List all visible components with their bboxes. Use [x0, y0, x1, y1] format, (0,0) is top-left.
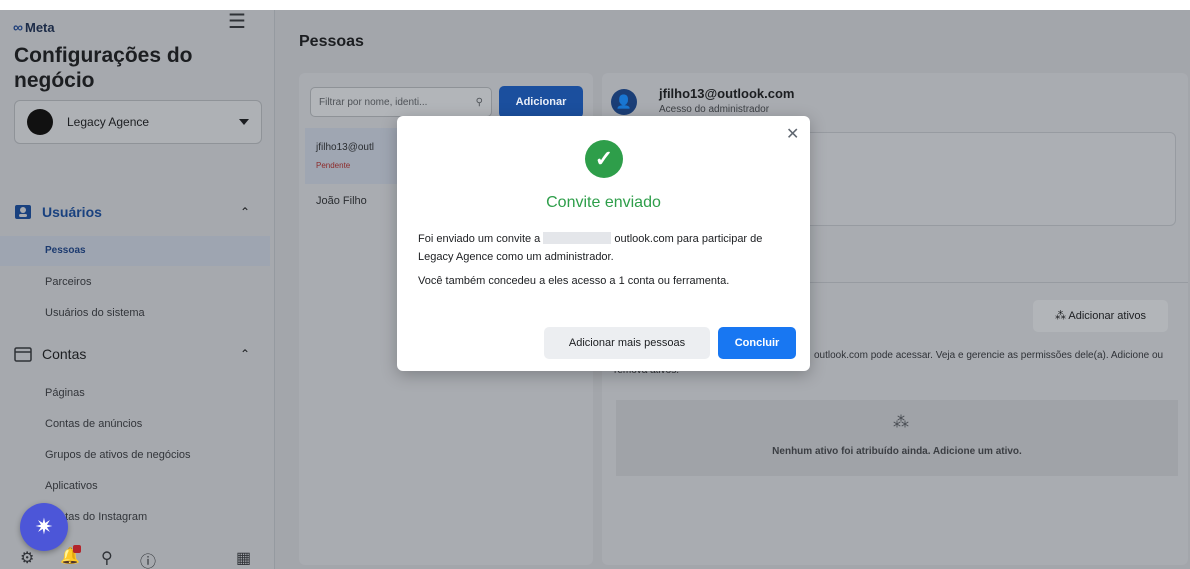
chevron-up-icon[interactable]: ⌃ — [240, 205, 250, 219]
list-item-email: jfilho13@outl — [316, 142, 374, 153]
done-button[interactable]: Concluir — [718, 327, 796, 359]
filter-input[interactable]: Filtrar por nome, identi... ⚲ — [310, 87, 492, 117]
dialog-title: Convite enviado — [546, 194, 661, 211]
search-icon[interactable]: ⚲ — [101, 548, 113, 568]
caret-down-icon — [239, 119, 249, 125]
account-selector[interactable]: Legacy Agence — [14, 100, 262, 144]
empty-assets-text: Nenhum ativo foi atribuído ainda. Adicio… — [772, 446, 1022, 457]
detail-email: jfilho13@outlook.com — [659, 86, 795, 101]
accounts-icon — [14, 347, 32, 362]
detail-role: Acesso do administrador — [659, 104, 770, 115]
help-icon[interactable]: ⓘ — [140, 548, 156, 569]
redacted-email — [543, 232, 612, 244]
nav-item-paginas[interactable]: Páginas — [0, 378, 270, 408]
nav-item-parceiros[interactable]: Parceiros — [0, 267, 270, 297]
page-heading: Configurações do negócio — [14, 44, 193, 92]
nav-section-contas[interactable]: Contas ⌃ — [14, 345, 250, 363]
nav-item-contas-anuncios[interactable]: Contas de anúncios — [0, 409, 270, 439]
app-root: ∞ Meta ☰ Configurações do negócio Legacy… — [0, 0, 1190, 569]
chevron-up-icon[interactable]: ⌃ — [240, 347, 250, 361]
user-avatar-icon: 👤 — [611, 89, 637, 115]
checkmark-icon: ✓ — [585, 140, 623, 178]
nav-section-label: Contas — [42, 346, 87, 362]
dialog-submessage: Você também concedeu a eles acesso a 1 c… — [418, 275, 730, 287]
close-icon[interactable]: ✕ — [786, 124, 799, 144]
users-icon — [15, 205, 31, 219]
nav-section-label: Usuários — [42, 204, 102, 220]
share-nodes-icon: ⁂ — [893, 414, 909, 431]
hamburger-menu-icon[interactable]: ☰ — [228, 12, 248, 32]
meta-logo-text: Meta — [24, 19, 55, 35]
search-icon: ⚲ — [475, 96, 483, 108]
dialog-message-start: Foi enviado um convite a — [418, 233, 541, 245]
layout-icon[interactable]: ▦ — [236, 548, 251, 568]
nav-item-grupos-ativos[interactable]: Grupos de ativos de negócios — [0, 440, 270, 470]
nav-item-aplicativos[interactable]: Aplicativos — [0, 471, 270, 501]
nav-item-usuarios-sistema[interactable]: Usuários do sistema — [0, 298, 270, 328]
page-title: Pessoas — [299, 33, 364, 50]
meta-logo-icon: ∞ — [13, 19, 23, 35]
add-assets-label: Adicionar ativos — [1068, 310, 1147, 322]
account-name: Legacy Agence — [67, 115, 150, 129]
list-item-name[interactable]: João Filho — [316, 195, 367, 207]
nav-item-pessoas[interactable]: Pessoas — [0, 236, 270, 266]
dialog-message: Foi enviado um convite a outlook.com par… — [418, 230, 790, 266]
nav-section-users[interactable]: Usuários ⌃ — [14, 203, 250, 221]
pending-status: Pendente — [316, 161, 351, 170]
filter-placeholder: Filtrar por nome, identi... — [319, 96, 428, 108]
add-assets-button[interactable]: ⁂ Adicionar ativos — [1033, 300, 1168, 332]
account-avatar — [27, 109, 53, 135]
meta-logo: ∞ Meta — [13, 19, 55, 35]
add-more-people-button[interactable]: Adicionar mais pessoas — [544, 327, 710, 359]
notification-badge — [73, 545, 81, 553]
add-button[interactable]: Adicionar — [499, 86, 583, 118]
assistant-bubble-icon[interactable]: ✷ — [20, 503, 68, 551]
settings-icon[interactable]: ⚙ — [20, 548, 34, 568]
sidebar: ∞ Meta ☰ Configurações do negócio Legacy… — [0, 10, 275, 569]
assets-share-icon: ⁂ — [1054, 310, 1066, 322]
